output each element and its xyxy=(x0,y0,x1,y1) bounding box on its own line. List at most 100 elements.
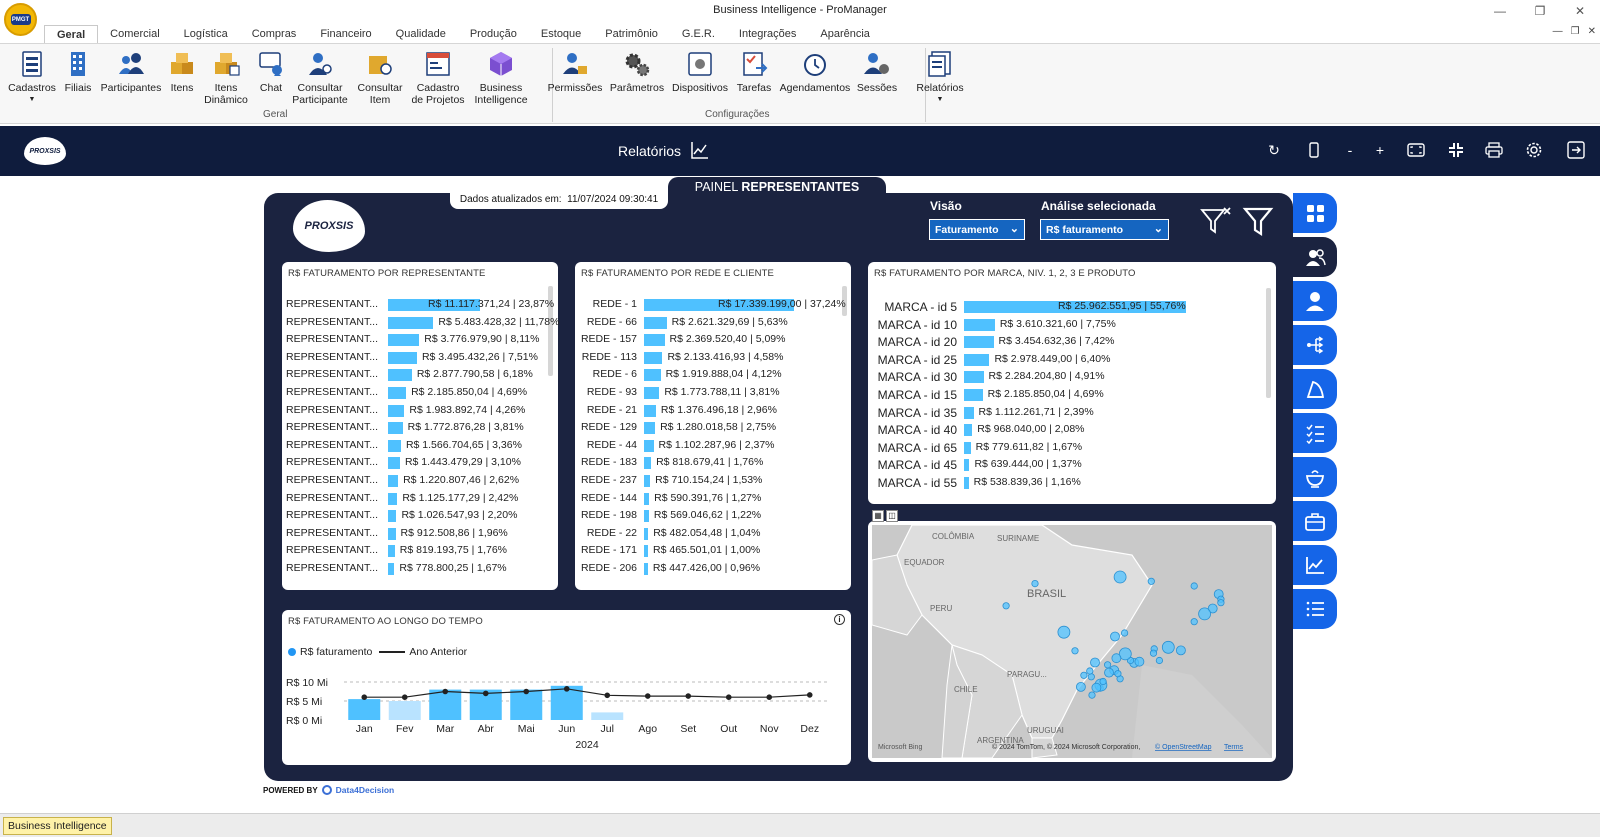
ribbon-btn-projects[interactable]: Cadastro de Projetos xyxy=(403,50,473,106)
rep-bar[interactable] xyxy=(388,510,397,523)
rep-bar-label[interactable]: REPRESENTANT... xyxy=(284,527,378,539)
rep-bar[interactable] xyxy=(388,457,400,470)
rep-bar-label[interactable]: REPRESENTANT... xyxy=(284,333,378,345)
marca-bar-label[interactable]: MARCA - id 40 xyxy=(868,423,957,437)
side-nav-representatives[interactable] xyxy=(1293,237,1337,277)
map-point[interactable] xyxy=(1091,682,1102,693)
refresh-icon[interactable]: ↻ xyxy=(1264,140,1284,160)
marca-bar-label[interactable]: MARCA - id 5 xyxy=(868,300,957,314)
ribbon-tab-8[interactable]: Patrimônio xyxy=(593,25,670,44)
rep-bar[interactable] xyxy=(388,563,395,575)
app-logo[interactable]: PMGT xyxy=(4,3,37,36)
rep-bar[interactable] xyxy=(388,316,434,329)
rede-bar-label[interactable]: REDE - 21 xyxy=(575,404,637,416)
previous-year-point[interactable] xyxy=(644,693,651,699)
rep-bar-label[interactable]: REPRESENTANT... xyxy=(284,351,378,363)
rep-bar-label[interactable]: REPRESENTANT... xyxy=(284,562,378,574)
rede-bar-label[interactable]: REDE - 6 xyxy=(575,368,637,380)
map-point[interactable] xyxy=(1057,625,1071,639)
rep-bar-label[interactable]: REPRESENTANT... xyxy=(284,298,378,310)
marca-bar-label[interactable]: MARCA - id 45 xyxy=(868,458,957,472)
ribbon-tab-0[interactable]: Geral xyxy=(44,25,99,44)
side-nav-product-bowl[interactable] xyxy=(1293,457,1337,497)
map-point[interactable] xyxy=(1190,618,1198,626)
rede-bar[interactable] xyxy=(644,316,667,329)
map-point[interactable] xyxy=(1090,657,1100,668)
marca-bar[interactable] xyxy=(964,389,983,401)
rede-bar[interactable] xyxy=(644,563,648,575)
rede-bar-label[interactable]: REDE - 171 xyxy=(575,544,637,556)
marca-bar[interactable] xyxy=(964,353,990,366)
rep-bar[interactable] xyxy=(388,492,398,505)
rede-bar-label[interactable]: REDE - 129 xyxy=(575,421,637,433)
rede-bar[interactable] xyxy=(644,387,660,399)
rep-bar[interactable] xyxy=(388,527,396,540)
rede-bar-label[interactable]: REDE - 113 xyxy=(575,351,637,363)
map-point[interactable] xyxy=(1086,667,1094,675)
side-nav-network[interactable] xyxy=(1293,325,1337,365)
map-point[interactable] xyxy=(1190,582,1198,590)
previous-year-point[interactable] xyxy=(401,694,408,700)
rep-bar[interactable] xyxy=(388,351,417,364)
previous-year-point[interactable] xyxy=(806,692,813,698)
rep-bar-label[interactable]: REPRESENTANT... xyxy=(284,316,378,328)
ribbon-btn-sessions[interactable]: Sessões xyxy=(839,50,915,94)
side-nav-briefcase[interactable] xyxy=(1293,501,1337,541)
rep-bar-label[interactable]: REPRESENTANT... xyxy=(284,404,378,416)
ribbon-tab-4[interactable]: Financeiro xyxy=(308,25,383,44)
rede-bar-label[interactable]: REDE - 93 xyxy=(575,386,637,398)
rep-bar[interactable] xyxy=(388,369,412,382)
map-point[interactable] xyxy=(1104,667,1114,678)
ribbon-btn-reports[interactable]: Relatórios ▼ xyxy=(905,50,975,106)
ribbon-tab-6[interactable]: Produção xyxy=(458,25,529,44)
fit-screen-icon[interactable] xyxy=(1406,140,1426,160)
rede-bar-label[interactable]: REDE - 183 xyxy=(575,456,637,468)
rep-bar-label[interactable]: REPRESENTANT... xyxy=(284,421,378,433)
map-point[interactable] xyxy=(1121,629,1129,637)
rep-bar[interactable] xyxy=(388,334,420,347)
side-nav-brand[interactable] xyxy=(1293,369,1337,409)
previous-year-point[interactable] xyxy=(523,688,530,695)
rede-bar-label[interactable]: REDE - 206 xyxy=(575,562,637,574)
analise-dropdown[interactable]: R$ faturamento ⌄ xyxy=(1040,219,1169,240)
clear-filter-icon[interactable] xyxy=(1200,205,1232,237)
map-point[interactable] xyxy=(1217,599,1225,607)
rede-bar[interactable] xyxy=(644,475,651,487)
map-focus-icon[interactable]: ◫ xyxy=(886,510,898,522)
previous-year-point[interactable] xyxy=(361,694,368,700)
rep-bar[interactable] xyxy=(388,439,401,452)
map-point[interactable] xyxy=(1149,649,1158,657)
marca-bar-label[interactable]: MARCA - id 65 xyxy=(868,441,957,455)
ribbon-tab-5[interactable]: Qualidade xyxy=(384,25,458,44)
rede-bar-label[interactable]: REDE - 198 xyxy=(575,509,637,521)
map-point[interactable] xyxy=(1087,673,1095,681)
map-point[interactable] xyxy=(1031,579,1039,588)
map-point[interactable] xyxy=(1134,656,1145,667)
map-point[interactable] xyxy=(1104,661,1112,669)
timeline-bar[interactable] xyxy=(591,712,624,720)
rep-bar[interactable] xyxy=(388,545,395,558)
mdi-minimize-icon[interactable]: — xyxy=(1553,26,1563,37)
map-point[interactable] xyxy=(1088,691,1096,699)
map-point[interactable] xyxy=(1198,607,1212,621)
ribbon-btn-bi-cube[interactable]: Business Intelligence xyxy=(466,50,536,106)
minimize-button[interactable]: — xyxy=(1480,0,1520,22)
previous-year-point[interactable] xyxy=(563,686,570,692)
rep-bar-label[interactable]: REPRESENTANT... xyxy=(284,544,378,556)
rep-bar-label[interactable]: REPRESENTANT... xyxy=(284,474,378,486)
marca-bar-label[interactable]: MARCA - id 35 xyxy=(868,406,957,420)
map-point[interactable] xyxy=(1114,670,1122,678)
previous-year-point[interactable] xyxy=(725,694,732,700)
map-point[interactable] xyxy=(1147,577,1155,585)
map-point[interactable] xyxy=(1155,656,1163,665)
rede-bar-label[interactable]: REDE - 144 xyxy=(575,492,637,504)
rep-bar[interactable] xyxy=(388,475,399,487)
rede-bar[interactable] xyxy=(644,369,661,382)
rede-bar[interactable] xyxy=(644,422,656,435)
rede-bar[interactable] xyxy=(644,510,649,523)
mobile-icon[interactable] xyxy=(1304,140,1324,160)
map-point[interactable] xyxy=(1110,631,1120,642)
marca-bar-label[interactable]: MARCA - id 25 xyxy=(868,353,957,367)
rede-bar[interactable] xyxy=(644,492,650,505)
timeline-bar[interactable] xyxy=(388,701,421,720)
